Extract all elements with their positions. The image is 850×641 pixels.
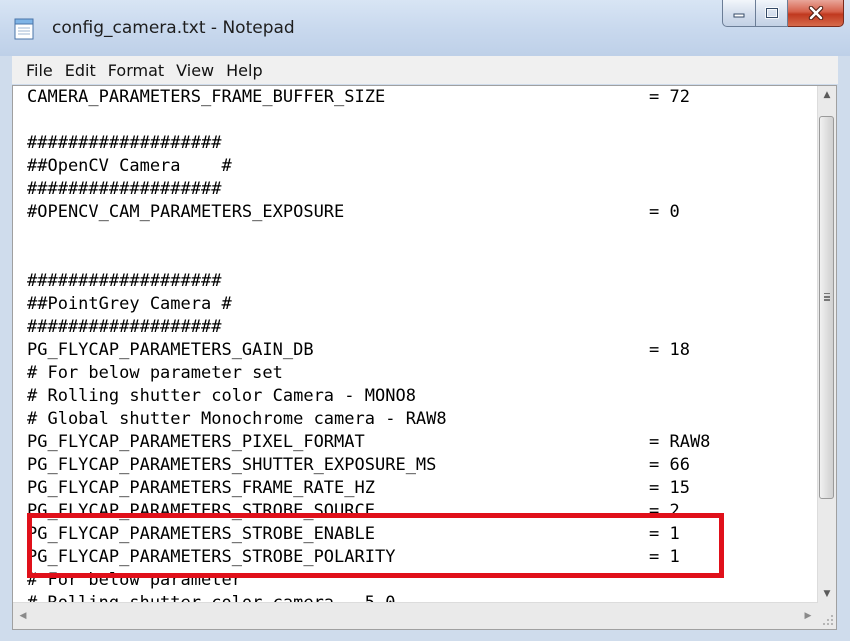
vertical-scrollbar[interactable]: ▲ ▼ <box>817 86 836 603</box>
scroll-down-arrow-icon[interactable]: ▼ <box>818 585 836 603</box>
line-value: = 18 <box>649 340 690 360</box>
line-key: CAMERA_PARAMETERS_FRAME_BUFFER_SIZE <box>27 87 386 107</box>
menu-view[interactable]: View <box>170 61 220 80</box>
line-key: ##OpenCV Camera # <box>27 156 232 176</box>
line-key: ################### <box>27 317 222 337</box>
scroll-grip-icon <box>824 293 830 295</box>
scroll-right-arrow-icon[interactable]: ▶ <box>798 603 818 629</box>
resize-grip-icon[interactable] <box>817 603 836 629</box>
line-key: ################### <box>27 271 222 291</box>
menu-format[interactable]: Format <box>102 61 170 80</box>
menu-file[interactable]: File <box>12 61 59 80</box>
line-key: ################### <box>27 179 222 199</box>
menu-edit[interactable]: Edit <box>59 61 102 80</box>
line-key: ################### <box>27 133 222 153</box>
line-key: ##PointGrey Camera # <box>27 294 232 314</box>
line-key: # For below parameter set <box>27 363 283 383</box>
horizontal-scrollbar[interactable]: ◀ ▶ <box>13 602 818 629</box>
menu-help[interactable]: Help <box>220 61 268 80</box>
window-title: config_camera.txt - Notepad <box>52 18 295 38</box>
annotation-highlight-box <box>27 513 724 578</box>
menu-bar: File Edit Format View Help <box>12 56 838 84</box>
maximize-button[interactable] <box>756 0 788 27</box>
scroll-up-arrow-icon[interactable]: ▲ <box>818 86 836 104</box>
line-value: = 0 <box>649 202 680 222</box>
text-editor[interactable]: CAMERA_PARAMETERS_FRAME_BUFFER_SIZE = 72 … <box>12 85 837 630</box>
line-key: PG_FLYCAP_PARAMETERS_FRAME_RATE_HZ <box>27 478 375 498</box>
notepad-window: config_camera.txt - Notepad File Edit Fo… <box>0 0 850 641</box>
minimize-button[interactable] <box>722 0 756 27</box>
line-key: PG_FLYCAP_PARAMETERS_SHUTTER_EXPOSURE_MS <box>27 455 437 475</box>
line-key: #OPENCV_CAM_PARAMETERS_EXPOSURE <box>27 202 345 222</box>
line-value: = 15 <box>649 478 690 498</box>
line-value: = 72 <box>649 87 690 107</box>
close-icon <box>808 6 823 20</box>
line-key: # Rolling shutter color Camera - MONO8 <box>27 386 416 406</box>
close-button[interactable] <box>788 0 844 27</box>
caption-buttons <box>722 0 844 28</box>
line-key: PG_FLYCAP_PARAMETERS_PIXEL_FORMAT <box>27 432 365 452</box>
title-bar[interactable]: config_camera.txt - Notepad <box>0 0 850 56</box>
maximize-icon <box>764 7 779 19</box>
line-value: = RAW8 <box>649 432 711 452</box>
notepad-icon <box>14 18 34 40</box>
line-key: PG_FLYCAP_PARAMETERS_GAIN_DB <box>27 340 314 360</box>
minimize-icon <box>733 13 745 18</box>
line-value: = 66 <box>649 455 690 475</box>
line-key: # Global shutter Monochrome camera - RAW… <box>27 409 447 429</box>
scroll-left-arrow-icon[interactable]: ◀ <box>13 603 33 629</box>
vertical-scroll-thumb[interactable] <box>819 116 834 499</box>
